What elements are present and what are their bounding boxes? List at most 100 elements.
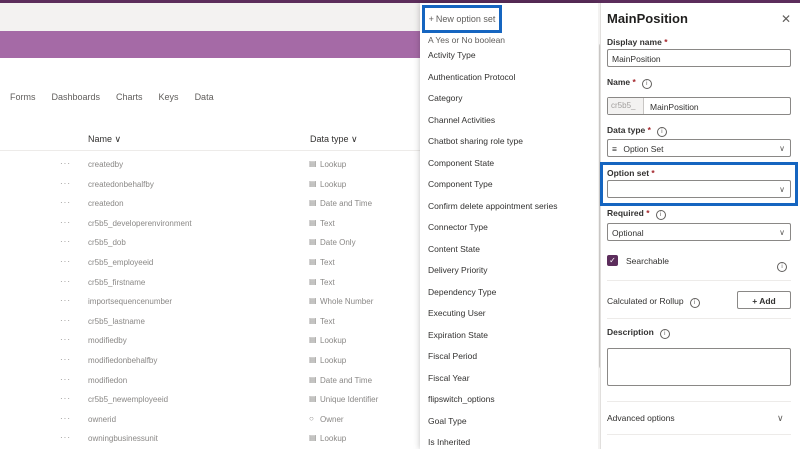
table-row[interactable]: ··· cr5b5_developerenvironment ▤ Text xyxy=(0,214,420,234)
name-prefix: cr5b5_ xyxy=(608,98,644,114)
option-set-highlight xyxy=(600,162,798,206)
data-type-icon: ▤ xyxy=(309,394,317,404)
more-options-icon[interactable]: ··· xyxy=(60,433,71,442)
option-set-item[interactable]: Activity Type xyxy=(420,45,598,67)
option-set-item[interactable]: Category xyxy=(420,88,598,110)
table-row[interactable]: ··· ownerid ○ Owner xyxy=(0,410,420,430)
option-set-item[interactable]: Executing User xyxy=(420,303,598,325)
more-options-icon[interactable]: ··· xyxy=(60,375,71,384)
more-options-icon[interactable]: ··· xyxy=(60,335,71,344)
tab-dashboards[interactable]: Dashboards xyxy=(52,92,101,102)
required-value: Optional xyxy=(612,228,644,238)
column-type-header[interactable]: Data type ∨ xyxy=(310,134,358,145)
divider xyxy=(607,401,791,402)
more-options-icon[interactable]: ··· xyxy=(60,257,71,266)
chevron-down-icon: ∨ xyxy=(779,228,785,237)
more-options-icon[interactable]: ··· xyxy=(60,414,71,423)
close-icon[interactable]: ✕ xyxy=(781,12,791,26)
table-row[interactable]: ··· cr5b5_lastname ▤ Text xyxy=(0,312,420,332)
description-textarea[interactable] xyxy=(607,348,791,386)
column-name: cr5b5_lastname xyxy=(88,316,145,326)
tab-forms[interactable]: Forms xyxy=(10,92,36,102)
name-value: MainPosition xyxy=(650,102,699,112)
column-data-type: Date and Time xyxy=(320,199,373,209)
option-set-item[interactable]: Chatbot sharing role type xyxy=(420,131,598,153)
option-set-item[interactable]: Component State xyxy=(420,153,598,175)
data-type-value: Option Set xyxy=(623,144,664,154)
add-button[interactable]: + Add xyxy=(737,291,791,309)
info-icon[interactable]: i xyxy=(689,298,700,308)
column-name-header[interactable]: Name ∨ xyxy=(88,134,121,145)
description-label-text: Description xyxy=(607,327,654,337)
more-options-icon[interactable]: ··· xyxy=(60,296,71,305)
data-type-label-text: Data type xyxy=(607,125,646,135)
table-tabs: Forms Dashboards Charts Keys Data xyxy=(10,92,214,102)
info-icon[interactable]: i xyxy=(655,210,666,220)
new-option-set-button[interactable]: + New option set xyxy=(422,5,502,33)
info-icon[interactable]: i xyxy=(777,255,787,273)
header-divider xyxy=(0,150,420,151)
table-row[interactable]: ··· cr5b5_firstname ▤ Text xyxy=(0,273,420,293)
more-options-icon[interactable]: ··· xyxy=(60,198,71,207)
description-label: Description i xyxy=(607,327,670,339)
tab-keys[interactable]: Keys xyxy=(159,92,179,102)
table-row[interactable]: ··· importsequencenumber ▤ Whole Number xyxy=(0,292,420,312)
table-row[interactable]: ··· createdon ▤ Date and Time xyxy=(0,194,420,214)
column-name: modifiedonbehalfby xyxy=(88,355,158,365)
more-options-icon[interactable]: ··· xyxy=(60,237,71,246)
display-name-input[interactable]: MainPosition xyxy=(607,49,791,67)
table-row[interactable]: ··· modifiedon ▤ Date and Time xyxy=(0,371,420,391)
more-options-icon[interactable]: ··· xyxy=(60,316,71,325)
table-row[interactable]: ··· createdby ▤ Lookup xyxy=(0,155,420,175)
tab-data[interactable]: Data xyxy=(195,92,214,102)
data-type-select[interactable]: ≡ Option Set ∨ xyxy=(607,139,791,157)
option-set-item[interactable]: Dependency Type xyxy=(420,282,598,304)
more-options-icon[interactable]: ··· xyxy=(60,159,71,168)
divider xyxy=(607,280,791,281)
searchable-checkbox[interactable]: ✓ xyxy=(607,255,618,266)
table-row[interactable]: ··· modifiedby ▤ Lookup xyxy=(0,331,420,351)
column-data-type: Text xyxy=(320,316,335,326)
option-set-item[interactable]: Goal Type xyxy=(420,411,598,433)
data-type-icon: ▤ xyxy=(309,296,317,306)
columns-table: ··· createdby ▤ Lookup ··· createdonbehalfby ▤… xyxy=(0,155,420,449)
data-type-required-mark: * xyxy=(647,125,651,135)
info-icon[interactable]: i xyxy=(659,329,670,339)
option-set-item[interactable]: Component Type xyxy=(420,174,598,196)
table-row[interactable]: ··· cr5b5_dob ▤ Date Only xyxy=(0,233,420,253)
option-set-item[interactable]: Authentication Protocol xyxy=(420,67,598,89)
table-row[interactable]: ··· modifiedonbehalfby ▤ Lookup xyxy=(0,351,420,371)
chevron-down-icon[interactable]: ∨ xyxy=(777,413,784,424)
option-set-item[interactable]: Is Inherited xyxy=(420,432,598,449)
more-options-icon[interactable]: ··· xyxy=(60,355,71,364)
table-row[interactable]: ··· owningbusinessunit ▤ Lookup xyxy=(0,429,420,449)
advanced-options-toggle[interactable]: Advanced options xyxy=(607,413,675,423)
tab-charts[interactable]: Charts xyxy=(116,92,143,102)
name-input[interactable]: cr5b5_ MainPosition xyxy=(607,97,791,115)
info-icon[interactable]: i xyxy=(641,79,652,89)
more-options-icon[interactable]: ··· xyxy=(60,394,71,403)
option-set-item[interactable]: Delivery Priority xyxy=(420,260,598,282)
option-set-item[interactable]: Fiscal Year xyxy=(420,368,598,390)
more-options-icon[interactable]: ··· xyxy=(60,179,71,188)
data-type-icon: ▤ xyxy=(309,315,317,325)
column-data-type: Date Only xyxy=(320,238,356,248)
option-set-item[interactable]: Fiscal Period xyxy=(420,346,598,368)
table-row[interactable]: ··· cr5b5_employeeid ▤ Text xyxy=(0,253,420,273)
option-set-item[interactable]: Channel Activities xyxy=(420,110,598,132)
option-set-item[interactable]: Expiration State xyxy=(420,325,598,347)
option-set-item[interactable]: Connector Type xyxy=(420,217,598,239)
option-set-item[interactable]: A Yes or No boolean xyxy=(420,35,598,45)
column-data-type: Lookup xyxy=(320,336,347,346)
option-set-item[interactable]: flipswitch_options xyxy=(420,389,598,411)
info-icon[interactable]: i xyxy=(656,127,667,137)
more-options-icon[interactable]: ··· xyxy=(60,218,71,227)
table-row[interactable]: ··· createdonbehalfby ▤ Lookup xyxy=(0,175,420,195)
more-options-icon[interactable]: ··· xyxy=(60,277,71,286)
option-set-item[interactable]: Confirm delete appointment series xyxy=(420,196,598,218)
column-name: modifiedon xyxy=(88,375,128,385)
required-select[interactable]: Optional ∨ xyxy=(607,223,791,241)
option-set-item[interactable]: Content State xyxy=(420,239,598,261)
table-row[interactable]: ··· cr5b5_newemployeeid ▤ Unique Identifier xyxy=(0,390,420,410)
required-required-mark: * xyxy=(646,208,650,218)
